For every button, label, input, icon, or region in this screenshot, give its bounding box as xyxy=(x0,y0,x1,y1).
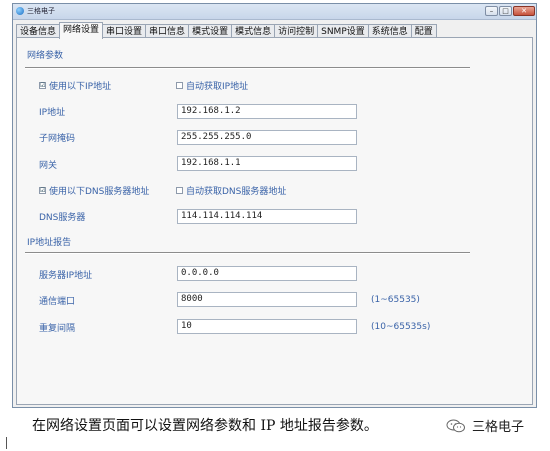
tab-bar: 设备信息 网络设置 串口设置 串口信息 模式设置 模式信息 访问控制 SNMP设… xyxy=(16,22,437,39)
use-static-dns-label: 使用以下DNS服务器地址 xyxy=(49,187,150,197)
use-static-ip-checkbox[interactable]: ☑ xyxy=(39,82,46,89)
close-button[interactable]: ✕ xyxy=(513,6,535,16)
wechat-icon xyxy=(446,419,466,433)
app-window: 三格电子 – □ ✕ 设备信息 网络设置 串口设置 串口信息 模式设置 模式信息… xyxy=(12,3,537,408)
brand-name: 三格电子 xyxy=(472,420,525,435)
dns-server-field[interactable]: 114.114.114.114 xyxy=(177,209,357,224)
repeat-interval-label: 重复间隔 xyxy=(39,324,76,334)
network-section-title: 网络参数 xyxy=(27,51,64,61)
title-bar[interactable]: 三格电子 – □ ✕ xyxy=(13,4,536,20)
network-settings-panel: 网络参数 ☑ 使用以下IP地址 自动获取IP地址 IP地址 192.168.1.… xyxy=(16,37,533,405)
repeat-interval-range-hint: (10~65535s) xyxy=(371,322,431,332)
caption-text: 在网络设置页面可以设置网络参数和 IP 地址报告参数。 xyxy=(32,418,378,434)
ip-address-label: IP地址 xyxy=(39,108,66,118)
use-static-dns-checkbox[interactable]: ☑ xyxy=(39,187,46,194)
gateway-field[interactable]: 192.168.1.1 xyxy=(177,156,357,171)
server-ip-label: 服务器IP地址 xyxy=(39,271,93,281)
use-static-ip-label: 使用以下IP地址 xyxy=(49,82,112,92)
tab-network-settings[interactable]: 网络设置 xyxy=(59,22,104,39)
auto-dns-checkbox[interactable] xyxy=(176,187,183,194)
comm-port-field[interactable]: 8000 xyxy=(177,292,357,307)
minimize-button[interactable]: – xyxy=(485,6,498,16)
comm-port-label: 通信端口 xyxy=(39,297,76,307)
network-section-divider xyxy=(25,67,470,69)
comm-port-range-hint: (1~65535) xyxy=(371,295,420,305)
dns-server-label: DNS服务器 xyxy=(39,213,86,223)
report-section-divider xyxy=(25,252,470,254)
text-cursor-mark xyxy=(6,437,7,449)
gateway-label: 网关 xyxy=(39,161,58,171)
window-title: 三格电子 xyxy=(27,7,55,15)
auto-ip-label: 自动获取IP地址 xyxy=(186,82,249,92)
ip-address-field[interactable]: 192.168.1.2 xyxy=(177,104,357,119)
subnet-mask-field[interactable]: 255.255.255.0 xyxy=(177,130,357,145)
repeat-interval-field[interactable]: 10 xyxy=(177,319,357,334)
server-ip-field[interactable]: 0.0.0.0 xyxy=(177,266,357,281)
app-icon xyxy=(16,7,24,15)
auto-ip-checkbox[interactable] xyxy=(176,82,183,89)
subnet-mask-label: 子网掩码 xyxy=(39,134,76,144)
maximize-button[interactable]: □ xyxy=(499,6,512,16)
brand-watermark: 三格电子 xyxy=(446,416,524,435)
auto-dns-label: 自动获取DNS服务器地址 xyxy=(186,187,287,197)
report-section-title: IP地址报告 xyxy=(27,238,72,248)
